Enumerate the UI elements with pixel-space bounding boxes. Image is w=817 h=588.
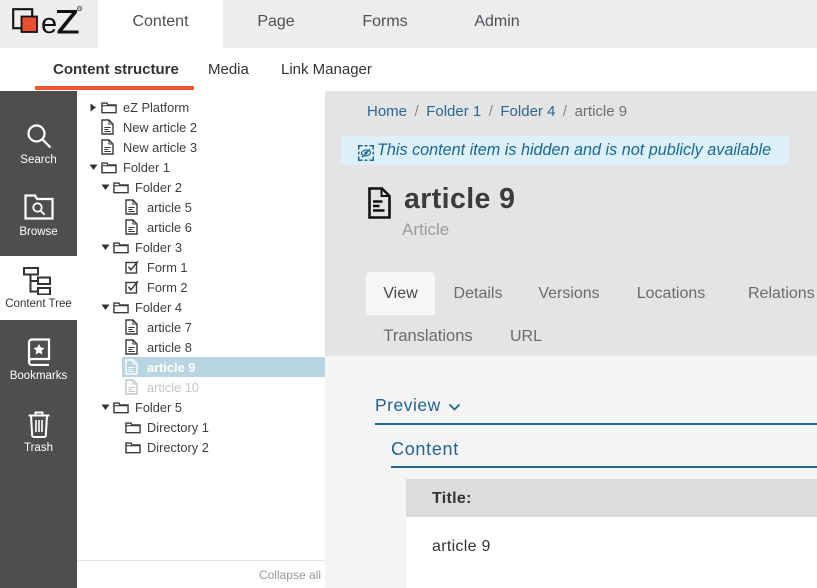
- svg-text:e: e: [41, 8, 57, 40]
